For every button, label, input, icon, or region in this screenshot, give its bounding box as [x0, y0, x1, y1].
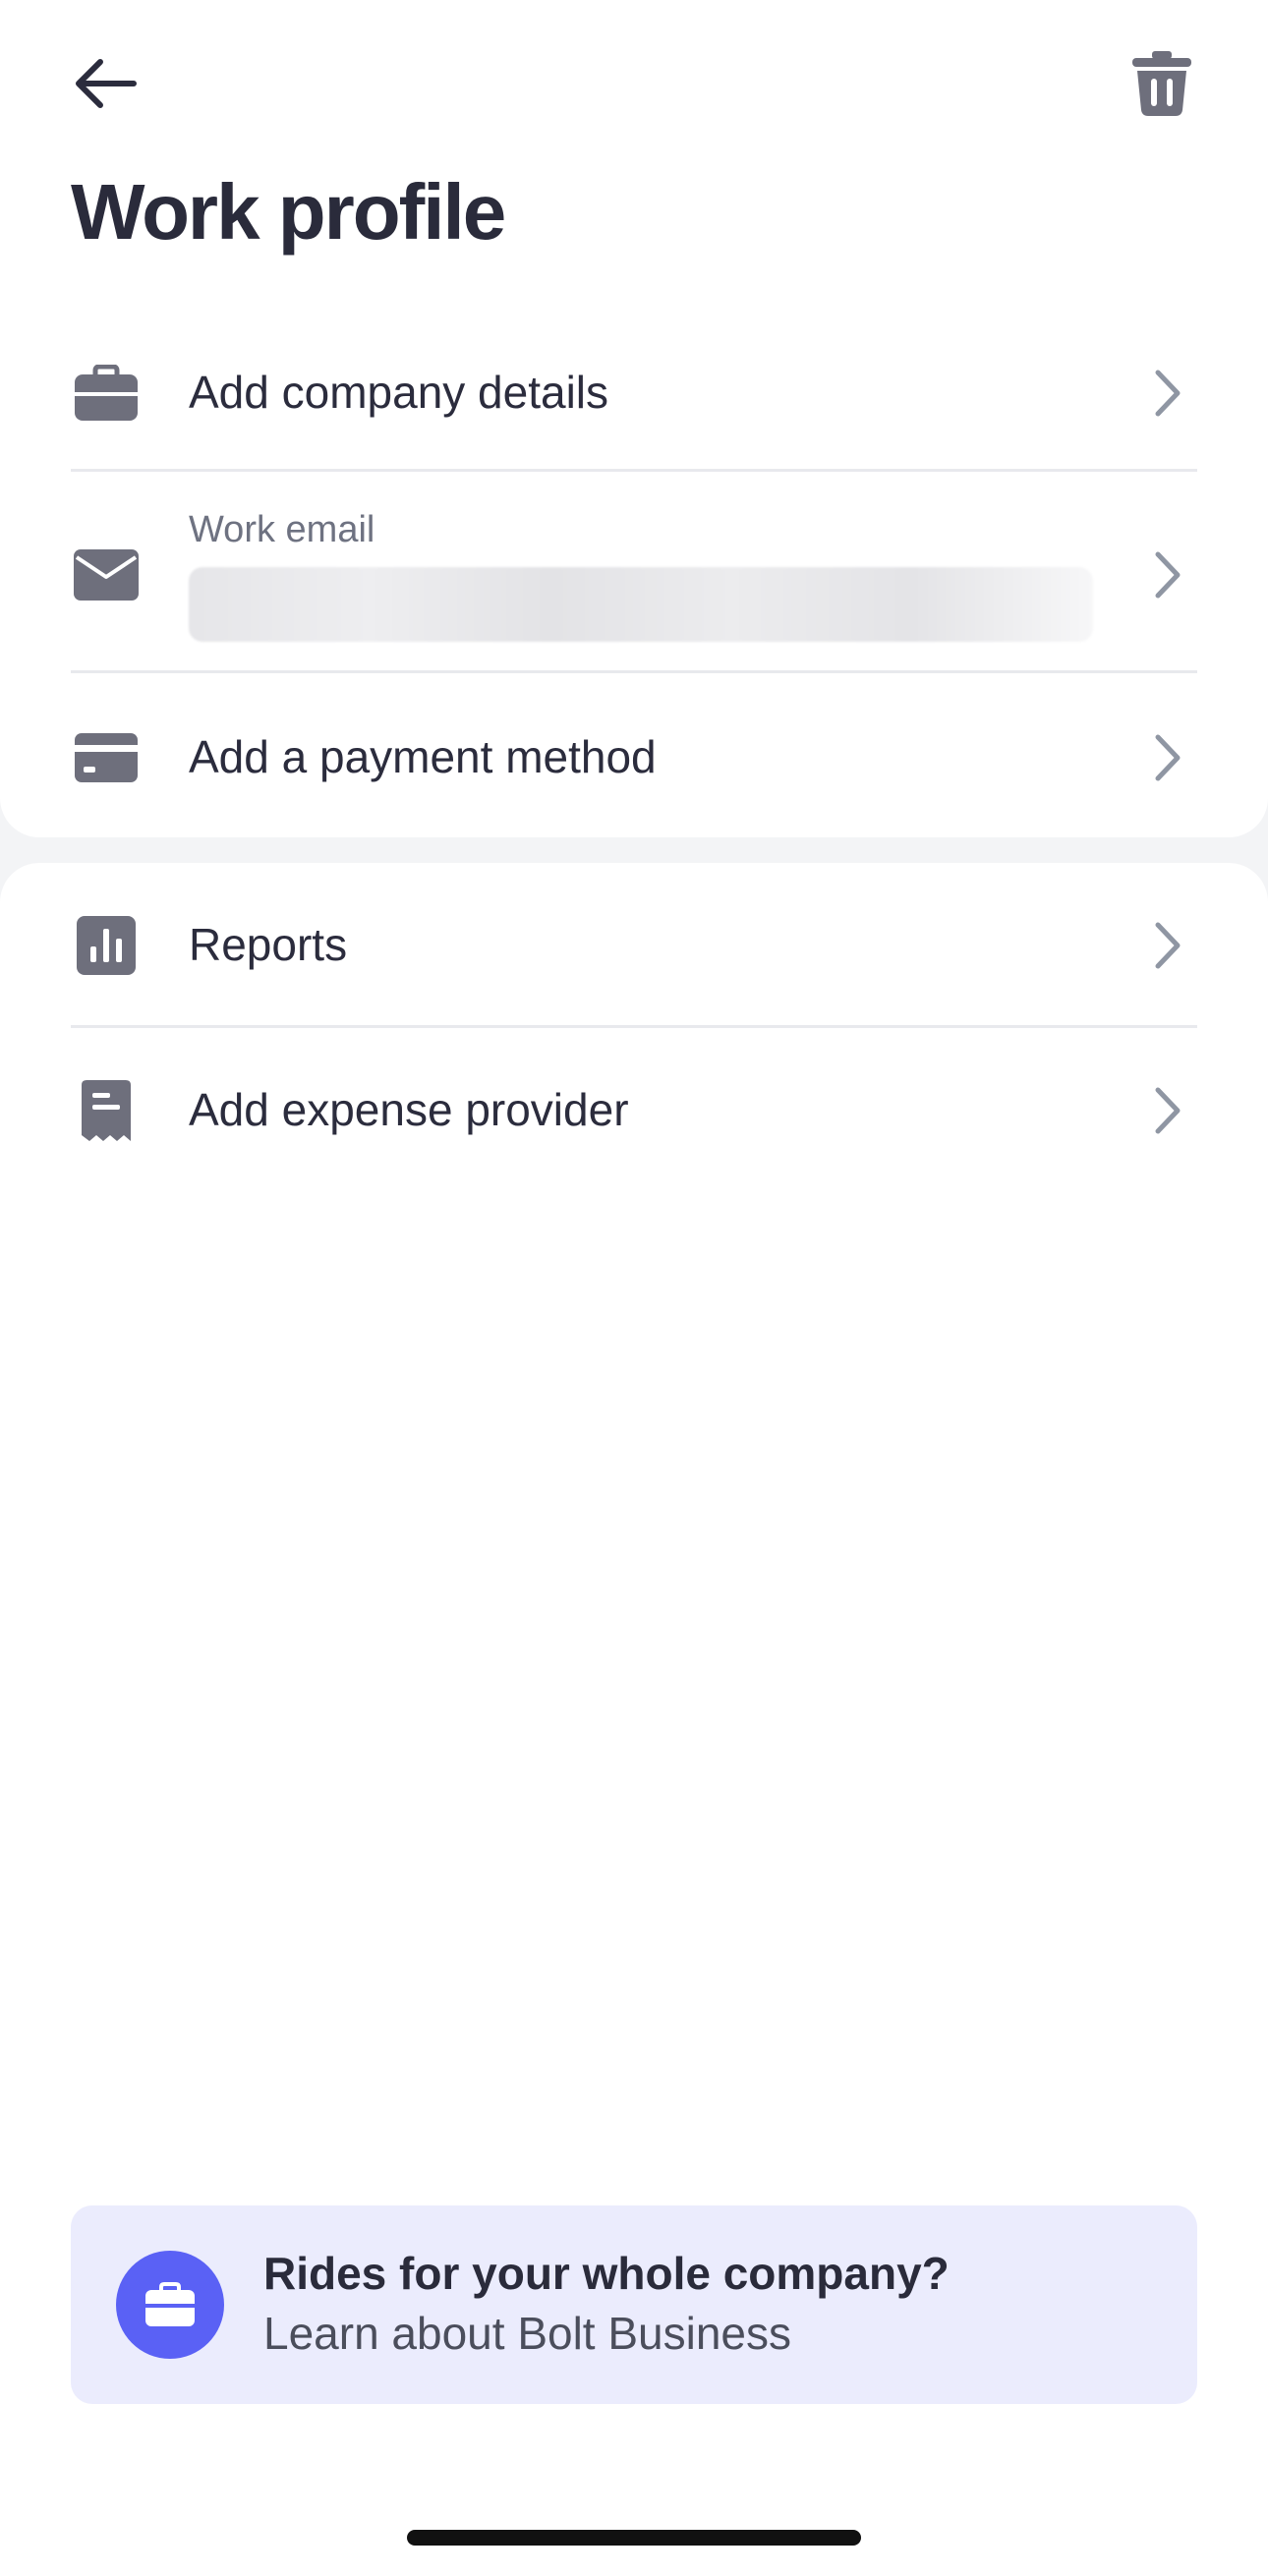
chevron-right-icon [1155, 1087, 1181, 1134]
chevron-right-icon [1155, 734, 1181, 781]
receipt-icon [82, 1080, 131, 1141]
add-payment-method-row[interactable]: Add a payment method [71, 699, 1197, 817]
trash-icon [1132, 51, 1191, 116]
bar-chart-icon [77, 916, 136, 975]
profile-card: Work profile Add company details Work em… [0, 0, 1268, 837]
page-title: Work profile [71, 168, 506, 256]
delete-profile-button[interactable] [1113, 34, 1211, 133]
work-email-row[interactable]: Work email [71, 496, 1197, 654]
row-label: Add company details [189, 367, 609, 419]
back-button[interactable] [55, 34, 153, 133]
row-label: Add a payment method [189, 731, 657, 783]
work-email-label: Work email [189, 509, 375, 551]
divider [71, 469, 1197, 472]
briefcase-icon [75, 365, 138, 421]
chevron-right-icon [1155, 370, 1181, 417]
bolt-business-promo-banner[interactable]: Rides for your whole company? Learn abou… [71, 2205, 1197, 2404]
chevron-right-icon [1155, 922, 1181, 969]
work-email-value-redacted [189, 566, 1093, 642]
credit-card-icon [75, 733, 138, 782]
reports-row[interactable]: Reports [71, 887, 1197, 1004]
envelope-icon [74, 549, 139, 601]
work-profile-screen: Work profile Add company details Work em… [0, 0, 1268, 2576]
promo-subtitle: Learn about Bolt Business [263, 2307, 792, 2359]
promo-badge [116, 2251, 224, 2359]
divider [71, 670, 1197, 673]
arrow-left-icon [76, 59, 137, 108]
row-label: Add expense provider [189, 1084, 629, 1136]
row-label: Reports [189, 919, 348, 971]
briefcase-icon [145, 2282, 195, 2326]
add-expense-provider-row[interactable]: Add expense provider [71, 1052, 1197, 1170]
divider [71, 1025, 1197, 1028]
promo-title: Rides for your whole company? [263, 2248, 950, 2300]
home-indicator[interactable] [407, 2530, 861, 2546]
add-company-details-row[interactable]: Add company details [71, 334, 1197, 452]
chevron-right-icon [1155, 551, 1181, 599]
